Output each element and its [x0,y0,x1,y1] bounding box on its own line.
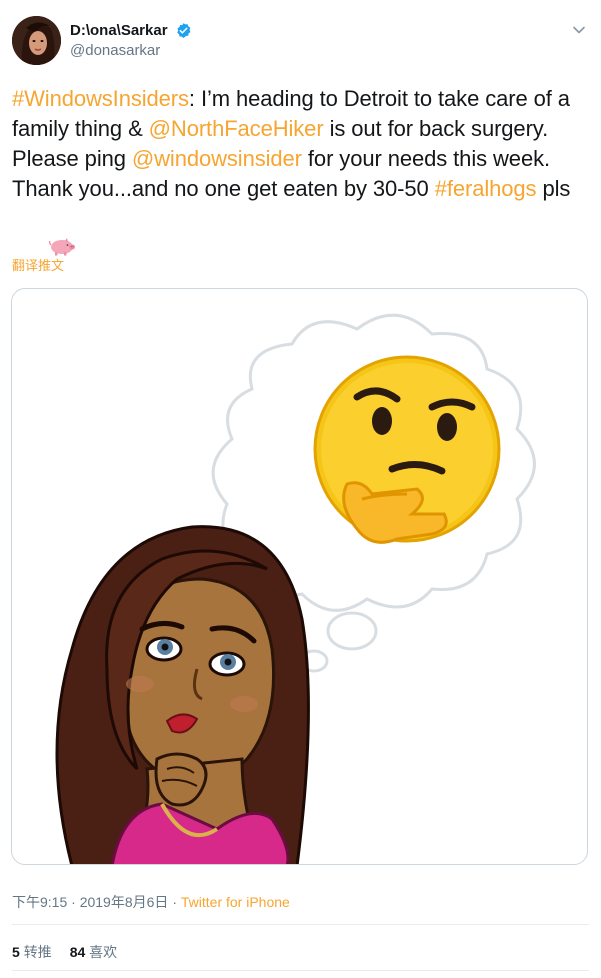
tweet-stats: 5 转推 84 喜欢 [12,942,117,962]
meta-separator: · [71,894,76,910]
hashtag-windowsinsiders[interactable]: #WindowsInsiders [12,86,189,111]
like-label: 喜欢 [89,944,118,960]
like-count: 84 [69,944,86,960]
mention-northfacehiker[interactable]: @NorthFaceHiker [149,116,324,141]
retweet-stat[interactable]: 5 转推 [12,944,52,960]
woman-bitmoji-figure [55,525,310,864]
thinking-emoji-icon [313,355,501,544]
chevron-down-icon[interactable] [571,22,587,38]
tweet-date[interactable]: 2019年8月6日 [80,894,169,910]
like-stat[interactable]: 84 喜欢 [70,944,117,960]
display-name[interactable]: D:\ona\Sarkar [70,22,168,39]
tweet-text-segment: pls [536,176,577,201]
user-name-block[interactable]: D:\ona\Sarkar @donasarkar [70,22,192,59]
tweet-text: #WindowsInsiders: I’m heading to Detroit… [12,84,592,294]
mention-windowsinsider[interactable]: @windowsinsider [132,146,302,171]
retweet-label: 转推 [23,944,52,960]
avatar[interactable] [12,16,61,65]
divider [12,970,589,971]
retweet-count: 5 [12,944,20,960]
hashtag-feralhogs[interactable]: #feralhogs [435,176,537,201]
tweet-timestamp: 下午9:15 · 2019年8月6日 · Twitter for iPhone [12,892,290,912]
translate-tweet-link[interactable]: 翻译推文 [12,255,64,274]
verified-badge-icon [175,22,192,39]
meta-separator: · [172,894,177,910]
tweet-header: D:\ona\Sarkar @donasarkar [12,16,589,68]
tweet-source-link[interactable]: Twitter for iPhone [181,894,290,910]
tweet-card: D:\ona\Sarkar @donasarkar #WindowsInside… [0,0,601,978]
bitmoji-thinking-image[interactable] [11,288,588,865]
pig-icon [12,204,76,294]
divider [12,924,589,925]
tweet-time[interactable]: 下午9:15 [12,894,67,910]
user-handle[interactable]: @donasarkar [70,42,192,59]
